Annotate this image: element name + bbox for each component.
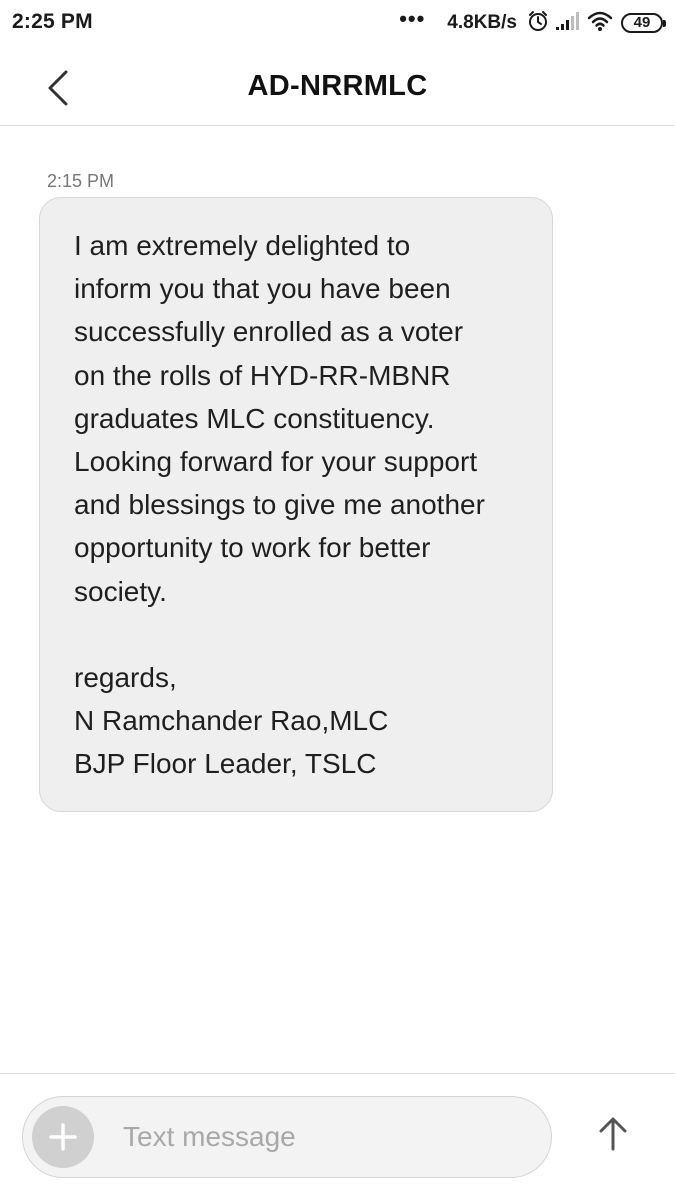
conversation-header: AD-NRRMLC [0, 50, 675, 126]
message-text: I am extremely delighted to inform you t… [74, 230, 485, 780]
send-button[interactable] [588, 1108, 638, 1158]
more-dots-icon: ••• [399, 6, 426, 31]
signal-icon [555, 11, 581, 36]
plus-icon [49, 1123, 77, 1151]
status-bar: 2:25 PM ••• 4.8KB/s 49 [0, 0, 675, 46]
message-bubble[interactable]: I am extremely delighted to inform you t… [39, 197, 553, 812]
wifi-icon [587, 10, 613, 37]
status-icons: ••• 4.8KB/s 49 [399, 6, 666, 37]
battery-icon: 49 [621, 13, 666, 33]
composer-divider [0, 1073, 675, 1074]
network-speed: 4.8KB/s [447, 12, 517, 33]
sender-name: AD-NRRMLC [247, 70, 428, 102]
add-attachment-button[interactable] [32, 1106, 94, 1168]
arrow-up-icon [599, 1117, 627, 1151]
alarm-icon [527, 10, 549, 37]
message-composer [22, 1096, 552, 1178]
message-input[interactable] [121, 1111, 531, 1163]
message-timestamp: 2:15 PM [47, 171, 115, 191]
status-time: 2:25 PM [12, 10, 93, 33]
